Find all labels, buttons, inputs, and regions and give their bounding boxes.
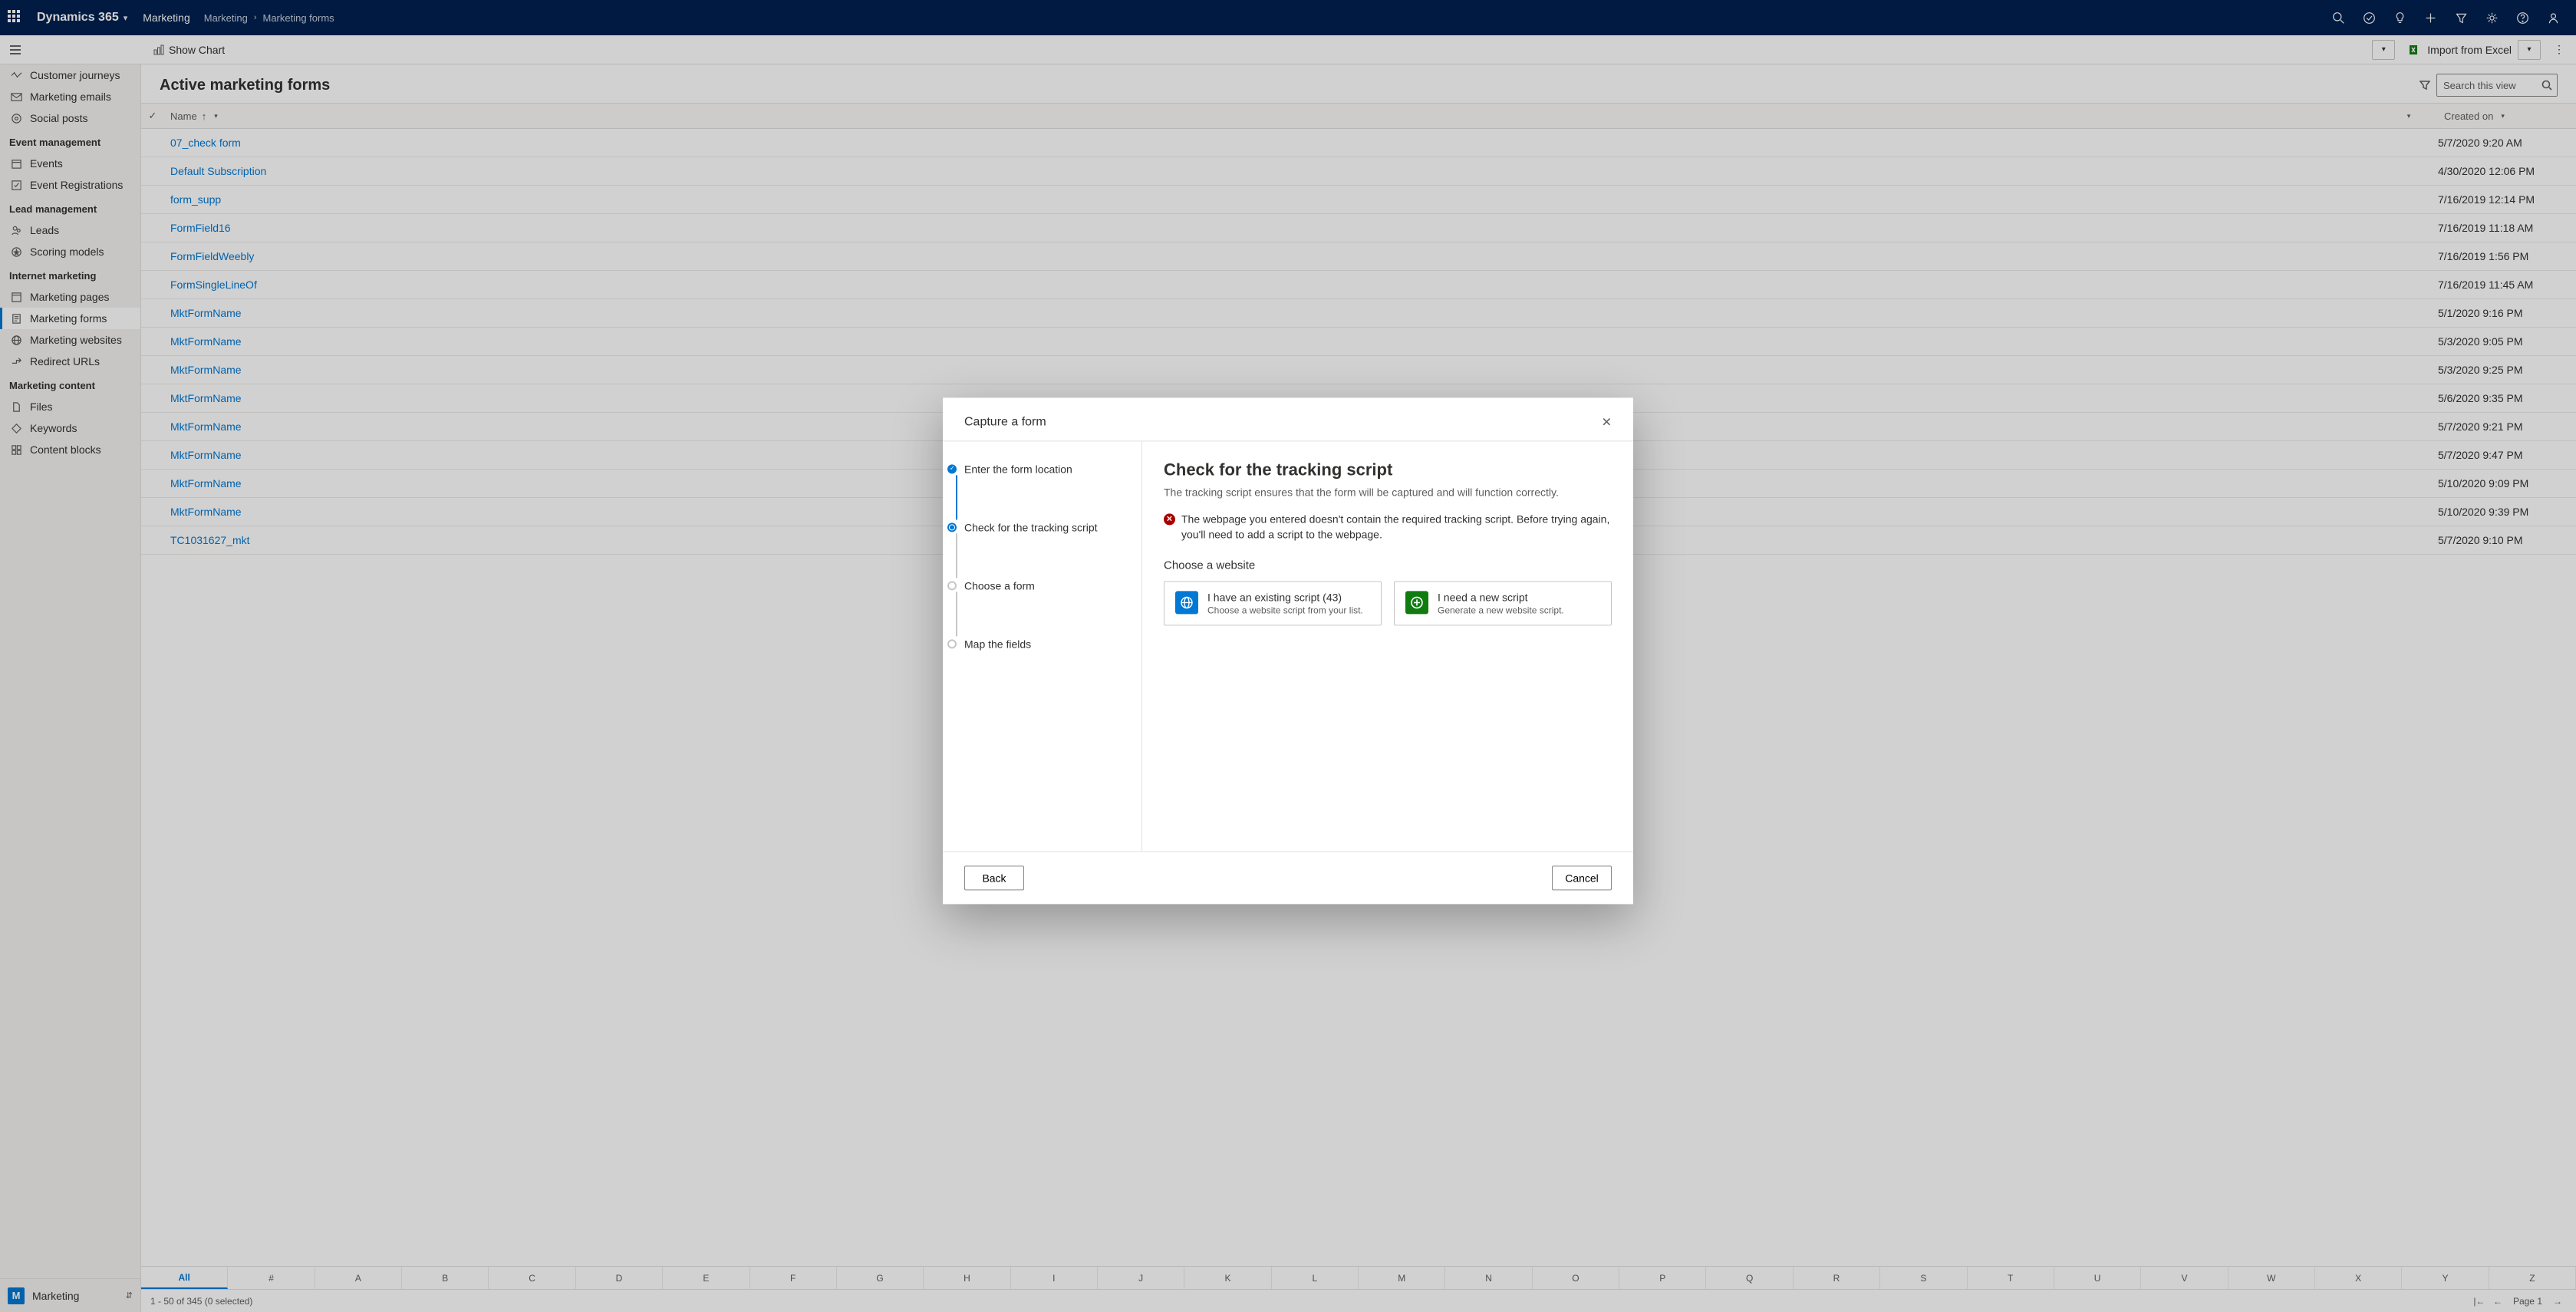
globe-icon <box>1175 592 1198 615</box>
card-subtitle: Generate a new website script. <box>1438 605 1564 616</box>
wizard-steps: Enter the form location Check for the tra… <box>943 441 1142 851</box>
error-message: ✕ The webpage you entered doesn't contai… <box>1164 512 1612 542</box>
content-heading: Check for the tracking script <box>1164 460 1612 480</box>
choose-website-label: Choose a website <box>1164 559 1612 572</box>
card-subtitle: Choose a website script from your list. <box>1207 605 1363 616</box>
card-title: I have an existing script (43) <box>1207 592 1363 604</box>
dialog-title: Capture a form <box>964 415 1046 429</box>
back-button[interactable]: Back <box>964 865 1024 890</box>
step-label: Check for the tracking script <box>964 521 1098 533</box>
error-text: The webpage you entered doesn't contain … <box>1181 512 1612 542</box>
step-indicator-icon <box>947 464 957 473</box>
dialog-footer: Back Cancel <box>943 851 1633 904</box>
capture-form-dialog: Capture a form ✕ Enter the form location… <box>943 397 1633 904</box>
new-script-card[interactable]: I need a new script Generate a new websi… <box>1394 582 1612 626</box>
wizard-step[interactable]: Map the fields <box>947 638 1129 650</box>
existing-script-card[interactable]: I have an existing script (43) Choose a … <box>1164 582 1382 626</box>
step-label: Enter the form location <box>964 463 1072 475</box>
step-indicator-icon <box>947 639 957 648</box>
plus-circle-icon <box>1405 592 1428 615</box>
cancel-button[interactable]: Cancel <box>1552 865 1612 890</box>
dialog-header: Capture a form ✕ <box>943 397 1633 441</box>
wizard-step[interactable]: Enter the form location <box>947 463 1129 521</box>
wizard-step[interactable]: Check for the tracking script <box>947 521 1129 579</box>
step-indicator-icon <box>947 581 957 590</box>
card-title: I need a new script <box>1438 592 1564 604</box>
error-icon: ✕ <box>1164 513 1175 525</box>
step-indicator-icon <box>947 522 957 532</box>
wizard-step[interactable]: Choose a form <box>947 579 1129 638</box>
step-label: Choose a form <box>964 579 1035 592</box>
close-icon[interactable]: ✕ <box>1602 414 1612 430</box>
content-subtitle: The tracking script ensures that the for… <box>1164 486 1612 498</box>
step-label: Map the fields <box>964 638 1031 650</box>
dialog-content: Check for the tracking script The tracki… <box>1142 441 1633 851</box>
